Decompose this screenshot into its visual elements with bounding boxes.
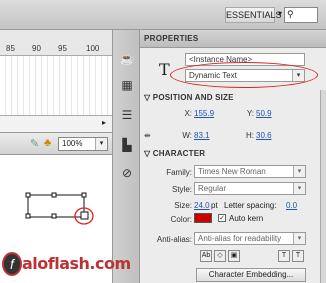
superscript-icon[interactable]: T [278, 250, 290, 262]
highlight-annotation [170, 62, 318, 88]
scroll-right-icon[interactable]: ▸ [102, 118, 106, 127]
font-style-value: Regular [198, 184, 227, 193]
timeline-tick: 85 [6, 44, 15, 53]
auto-kern-checkbox[interactable]: ✓ [218, 214, 226, 222]
lock-ratio-icon[interactable]: ⇼ [144, 131, 151, 140]
chevron-down-icon: ▾ [95, 138, 107, 150]
timeline-tick: 90 [32, 44, 41, 53]
show-border-icon[interactable]: ▣ [228, 250, 240, 262]
subscript-icon[interactable]: T [292, 250, 304, 262]
anti-alias-value: Anti-alias for readability [198, 234, 282, 243]
logo-f: f [10, 256, 14, 272]
letter-spacing-label: Letter spacing: [224, 201, 277, 210]
x-value[interactable]: 155.9 [194, 109, 214, 118]
workspace-switcher[interactable]: ESSENTIALS [225, 7, 282, 23]
zoom-select[interactable]: 100% ▾ [58, 137, 108, 151]
chevron-down-icon[interactable]: ▾ [278, 9, 282, 18]
text-color-swatch[interactable] [194, 213, 212, 223]
zoom-value: 100% [62, 139, 83, 148]
tab-properties[interactable]: PROPERTIES [144, 34, 199, 43]
edit-symbols-icon[interactable]: ✎ [30, 137, 39, 150]
y-value[interactable]: 50.9 [256, 109, 272, 118]
text-tool-icon: T [159, 60, 170, 79]
font-style-select[interactable]: Regular ▾ [194, 182, 306, 195]
character-embedding-button[interactable]: Character Embedding... [196, 268, 306, 282]
align-icon[interactable]: ☰ [118, 106, 136, 124]
size-unit: pt [211, 201, 218, 210]
character-embedding-label: Character Embedding... [208, 270, 294, 279]
position-and-size-header[interactable]: ▽ POSITION AND SIZE [140, 93, 320, 105]
size-value[interactable]: 24.0 [194, 201, 210, 210]
w-value[interactable]: 83.1 [194, 131, 210, 140]
library-icon[interactable]: ▦ [118, 76, 136, 94]
info-icon[interactable]: ▙ [118, 136, 136, 154]
transform-icon[interactable]: ⊘ [118, 164, 136, 182]
anti-alias-select[interactable]: Anti-alias for readability ▾ [194, 232, 306, 245]
y-label: Y: [246, 109, 254, 118]
family-label: Family: [166, 168, 192, 177]
watermark-logo-mark: f [2, 252, 22, 276]
letter-spacing-value[interactable]: 0.0 [286, 201, 297, 210]
character-label: CHARACTER [152, 149, 206, 158]
chevron-down-icon: ▾ [293, 166, 305, 177]
timeline-tick: 100 [86, 44, 100, 53]
auto-kern-label: Auto kern [229, 214, 264, 223]
workspace-label: ESSENTIALS [226, 10, 282, 20]
chevron-down-icon: ▾ [293, 233, 305, 244]
timeline-frames[interactable] [0, 56, 112, 116]
watermark-logo-text: aloflash.com [22, 254, 131, 273]
size-label: Size: [174, 201, 192, 210]
style-label: Style: [171, 185, 192, 194]
w-label: W: [182, 131, 192, 140]
selectable-icon[interactable]: Ab [200, 250, 212, 262]
search-input[interactable]: ⚲ [284, 7, 318, 23]
font-family-select[interactable]: Times New Roman ▾ [194, 165, 306, 178]
render-html-icon[interactable]: ◇ [214, 250, 226, 262]
tools-panel: ☕ ▦ ☰ ▙ ⊘ [112, 30, 140, 283]
chevron-down-icon: ▾ [293, 183, 305, 194]
h-label: H: [246, 131, 254, 140]
search-icon: ⚲ [287, 9, 294, 19]
motion-editor-icon[interactable]: ☕ [118, 50, 136, 68]
x-label: X: [184, 109, 192, 118]
character-header[interactable]: ▽ CHARACTER [140, 149, 320, 161]
position-and-size-label: POSITION AND SIZE [152, 93, 234, 102]
color-label: Color: [170, 215, 192, 224]
edit-scene-icon[interactable]: ♣ [44, 137, 51, 149]
timeline-scrollbar[interactable] [0, 116, 112, 133]
font-family-value: Times New Roman [198, 167, 266, 176]
timeline-tick: 95 [58, 44, 67, 53]
h-value[interactable]: 30.6 [256, 131, 272, 140]
panel-scrollbar[interactable] [320, 90, 326, 283]
anti-alias-label: Anti-alias: [156, 235, 192, 244]
